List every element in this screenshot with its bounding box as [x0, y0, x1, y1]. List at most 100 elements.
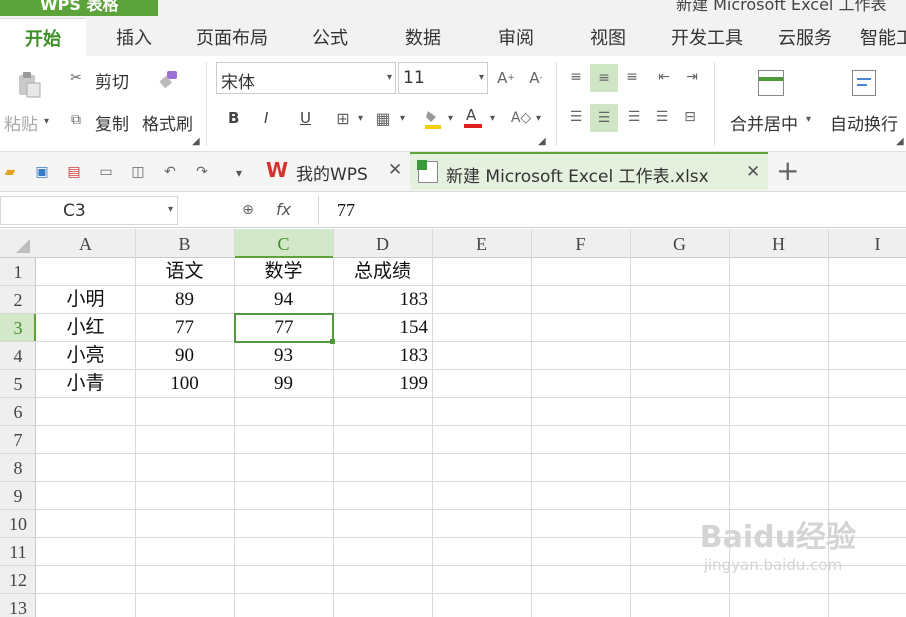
- cell-d3[interactable]: 154: [333, 314, 432, 342]
- align-bottom-icon[interactable]: ≡: [622, 66, 642, 88]
- cell-c4[interactable]: 93: [234, 342, 333, 370]
- decrease-font-icon[interactable]: A-: [526, 68, 546, 88]
- row-header-4[interactable]: 4: [0, 342, 36, 370]
- cell-c5[interactable]: 99: [234, 370, 333, 398]
- formula-input[interactable]: 77: [318, 196, 906, 225]
- align-middle-icon[interactable]: ≡: [590, 64, 618, 92]
- quick-access-dropdown-icon[interactable]: ▾: [236, 166, 242, 180]
- zoom-formula-icon[interactable]: ⊕: [238, 200, 258, 220]
- column-header-e[interactable]: E: [432, 229, 531, 258]
- format-painter-button[interactable]: 格式刷: [142, 110, 193, 135]
- row-header-12[interactable]: 12: [0, 566, 36, 594]
- borders-dropdown-icon[interactable]: ▾: [358, 113, 363, 124]
- wrap-text-icon[interactable]: [852, 70, 876, 96]
- row-header-6[interactable]: 6: [0, 398, 36, 426]
- save-icon[interactable]: ▣: [32, 162, 52, 182]
- tab-cloud[interactable]: 云服务: [772, 18, 838, 56]
- row-header-1[interactable]: 1: [0, 258, 36, 286]
- font-color-dropdown-icon[interactable]: ▾: [490, 113, 495, 124]
- cell-a3[interactable]: 小红: [36, 314, 135, 342]
- cell-a2[interactable]: 小明: [36, 286, 135, 314]
- cell-b1[interactable]: 语文: [135, 258, 234, 286]
- redo-icon[interactable]: ↷: [192, 162, 212, 182]
- font-size-select[interactable]: 11 ▾: [398, 62, 488, 94]
- row-header-10[interactable]: 10: [0, 510, 36, 538]
- row-header-7[interactable]: 7: [0, 426, 36, 454]
- row-header-5[interactable]: 5: [0, 370, 36, 398]
- tab-formulas[interactable]: 公式: [302, 18, 358, 56]
- undo-icon[interactable]: ↶: [160, 162, 180, 182]
- align-left-icon[interactable]: ☰: [566, 106, 586, 128]
- clear-format-icon[interactable]: A◇: [511, 108, 531, 128]
- cell-b5[interactable]: 100: [135, 370, 234, 398]
- row-header-9[interactable]: 9: [0, 482, 36, 510]
- scissors-icon[interactable]: ✂: [66, 68, 86, 88]
- tab-data[interactable]: 数据: [395, 18, 451, 56]
- paste-dropdown-icon[interactable]: ▾: [44, 116, 49, 127]
- align-top-icon[interactable]: ≡: [566, 66, 586, 88]
- cell-style-dropdown-icon[interactable]: ▾: [400, 113, 405, 124]
- cell-c3-active[interactable]: 77: [234, 313, 334, 343]
- justify-icon[interactable]: ☰: [652, 106, 672, 128]
- name-box[interactable]: C3 ▾: [0, 196, 178, 225]
- cell-c2[interactable]: 94: [234, 286, 333, 314]
- cell-d1[interactable]: 总成绩: [333, 258, 432, 286]
- fill-color-dropdown-icon[interactable]: ▾: [448, 113, 453, 124]
- row-header-8[interactable]: 8: [0, 454, 36, 482]
- tab-review[interactable]: 审阅: [488, 18, 544, 56]
- cell-a5[interactable]: 小青: [36, 370, 135, 398]
- font-dialog-launcher-icon[interactable]: ◢: [538, 136, 546, 147]
- column-header-i[interactable]: I: [828, 229, 906, 258]
- increase-indent-icon[interactable]: ⇥: [682, 66, 702, 88]
- column-header-a[interactable]: A: [36, 229, 135, 258]
- column-header-c[interactable]: C: [234, 229, 333, 258]
- wrap-text-button[interactable]: 自动换行: [830, 110, 898, 135]
- tab-smart-tools[interactable]: 智能工: [860, 18, 906, 56]
- column-header-g[interactable]: G: [630, 229, 729, 258]
- tab-developer[interactable]: 开发工具: [664, 18, 750, 56]
- new-tab-plus-icon[interactable]: +: [776, 154, 799, 187]
- column-header-h[interactable]: H: [729, 229, 828, 258]
- row-header-2[interactable]: 2: [0, 286, 36, 314]
- cell-d2[interactable]: 183: [333, 286, 432, 314]
- row-header-3[interactable]: 3: [0, 314, 36, 342]
- distributed-align-icon[interactable]: ⊟: [680, 106, 700, 128]
- column-header-b[interactable]: B: [135, 229, 234, 258]
- align-center-icon[interactable]: ☰: [590, 104, 618, 132]
- font-color-icon[interactable]: A: [464, 106, 482, 130]
- close-icon[interactable]: ✕: [746, 162, 760, 182]
- cell-a4[interactable]: 小亮: [36, 342, 135, 370]
- tab-page-layout[interactable]: 页面布局: [190, 18, 274, 56]
- copy-icon[interactable]: ⧉: [66, 110, 86, 130]
- column-header-d[interactable]: D: [333, 229, 432, 258]
- cell-c1[interactable]: 数学: [234, 258, 333, 286]
- fill-color-icon[interactable]: [424, 108, 442, 130]
- tab-view[interactable]: 视图: [580, 18, 636, 56]
- cell-d5[interactable]: 199: [333, 370, 432, 398]
- tab-insert[interactable]: 插入: [104, 18, 164, 56]
- cell-style-icon[interactable]: ▦: [374, 108, 392, 128]
- clear-format-dropdown-icon[interactable]: ▾: [536, 113, 541, 124]
- italic-button[interactable]: I: [264, 109, 268, 127]
- column-header-f[interactable]: F: [531, 229, 630, 258]
- app-menu-button[interactable]: WPS 表格: [0, 0, 158, 16]
- borders-icon[interactable]: ⊞: [334, 108, 352, 128]
- format-painter-icon[interactable]: [156, 68, 182, 94]
- export-pdf-icon[interactable]: ▤: [64, 162, 84, 182]
- increase-font-icon[interactable]: A +: [496, 68, 516, 88]
- tab-home[interactable]: 开始: [0, 18, 86, 56]
- bold-button[interactable]: B: [228, 109, 239, 127]
- select-all-corner[interactable]: [0, 229, 36, 258]
- cell-b2[interactable]: 89: [135, 286, 234, 314]
- decrease-indent-icon[interactable]: ⇤: [654, 66, 674, 88]
- row-header-13[interactable]: 13: [0, 594, 36, 617]
- open-folder-icon[interactable]: ▰: [0, 162, 20, 182]
- copy-button[interactable]: 复制: [95, 110, 129, 135]
- alignment-dialog-launcher-icon[interactable]: ◢: [896, 136, 904, 147]
- row-header-11[interactable]: 11: [0, 538, 36, 566]
- cell-b4[interactable]: 90: [135, 342, 234, 370]
- paste-icon[interactable]: [14, 70, 44, 100]
- doc-tab-my-wps[interactable]: W 我的WPS ✕: [258, 152, 410, 190]
- align-right-icon[interactable]: ☰: [624, 106, 644, 128]
- insert-function-icon[interactable]: fx: [276, 200, 291, 219]
